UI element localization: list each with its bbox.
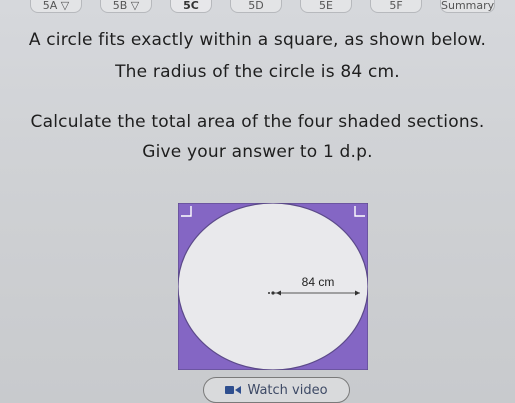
watch-video-label: Watch video (247, 382, 328, 398)
tab-5a[interactable]: 5A ▽ (30, 0, 82, 13)
tab-5e[interactable]: 5E (300, 0, 352, 13)
centre-dot-left (268, 292, 270, 294)
tab-bar: 5A ▽ 5B ▽ 5C 5D 5E 5F Summary (0, 0, 515, 16)
tab-5f[interactable]: 5F (370, 0, 422, 13)
circle-in-square-diagram: 84 cm (178, 203, 368, 370)
radius-label: 84 cm (302, 275, 335, 289)
question-line-4: Give your answer to 1 d.p. (142, 142, 373, 162)
tab-5d[interactable]: 5D (230, 0, 282, 13)
question-line-1: A circle fits exactly within a square, a… (28, 30, 487, 50)
inscribed-circle (178, 203, 368, 370)
centre-point (271, 291, 275, 295)
video-camera-icon (225, 385, 242, 395)
tab-5b[interactable]: 5B ▽ (100, 0, 152, 13)
tab-5c[interactable]: 5C (170, 0, 212, 13)
question-line-3: Calculate the total area of the four sha… (30, 112, 485, 132)
question-line-2: The radius of the circle is 84 cm. (115, 62, 400, 82)
tab-summary[interactable]: Summary (440, 0, 496, 13)
watch-video-button[interactable]: Watch video (203, 377, 350, 403)
